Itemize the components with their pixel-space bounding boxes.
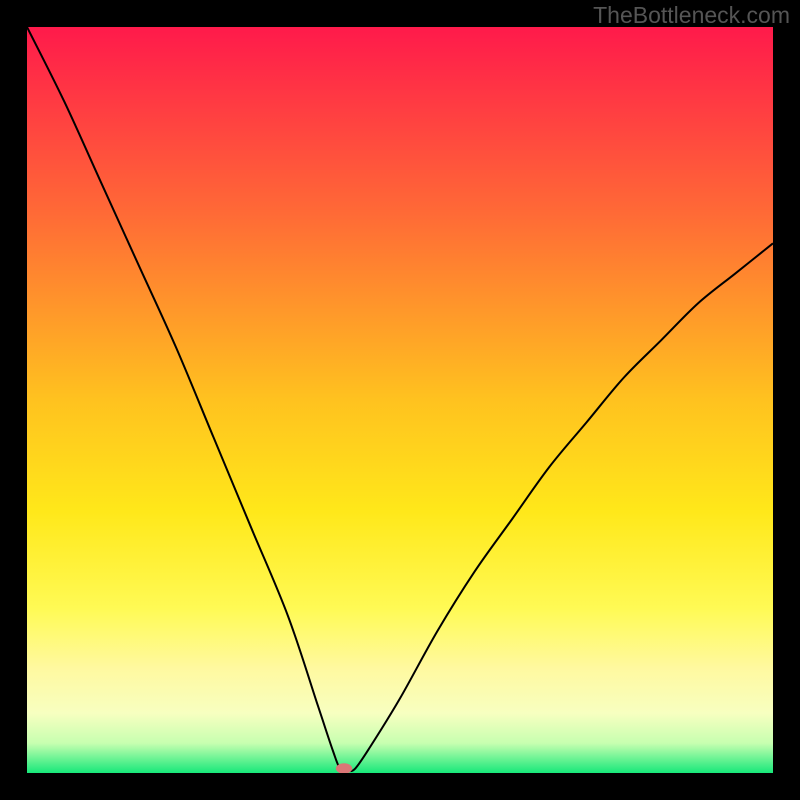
bottleneck-chart [27,27,773,773]
gradient-background [27,27,773,773]
watermark-text: TheBottleneck.com [593,2,790,29]
plot-area [27,27,773,773]
chart-frame: TheBottleneck.com [0,0,800,800]
